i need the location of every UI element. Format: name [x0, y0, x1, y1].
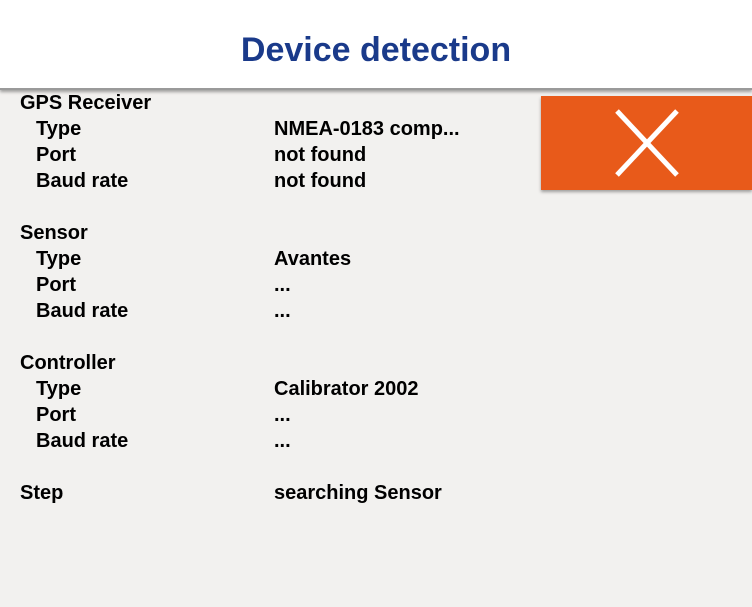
controller-type-value: Calibrator 2002: [274, 378, 419, 400]
controller-port-value: ...: [274, 404, 291, 426]
sensor-heading: Sensor: [20, 222, 88, 244]
sensor-baud-label: Baud rate: [36, 300, 129, 322]
close-x-icon: [615, 109, 679, 177]
gps-port-value: not found: [274, 144, 367, 166]
step-label: Step: [20, 482, 64, 504]
device-detection-screen: Device detection GPS Receiver Type NMEA-…: [0, 0, 752, 607]
controller-baud-value: ...: [274, 430, 291, 452]
gps-baud-value: not found: [274, 170, 367, 192]
gps-type-value: NMEA-0183 comp...: [274, 118, 460, 140]
sensor-baud-value: ...: [274, 300, 291, 322]
gps-type-label: Type: [36, 118, 82, 140]
sensor-port-label: Port: [36, 274, 76, 296]
controller-type-label: Type: [36, 378, 82, 400]
controller-port-label: Port: [36, 404, 76, 426]
page-title: Device detection: [240, 31, 512, 69]
gps-receiver-heading: GPS Receiver: [20, 92, 152, 114]
sensor-type-value: Avantes: [274, 248, 352, 270]
controller-heading: Controller: [20, 352, 116, 374]
gps-port-label: Port: [36, 144, 76, 166]
controller-baud-label: Baud rate: [36, 430, 129, 452]
step-value: searching Sensor: [274, 482, 442, 504]
sensor-port-value: ...: [274, 274, 291, 296]
close-button[interactable]: [541, 96, 752, 190]
sensor-type-label: Type: [36, 248, 82, 270]
header-bar: Device detection: [0, 0, 752, 90]
gps-baud-label: Baud rate: [36, 170, 129, 192]
